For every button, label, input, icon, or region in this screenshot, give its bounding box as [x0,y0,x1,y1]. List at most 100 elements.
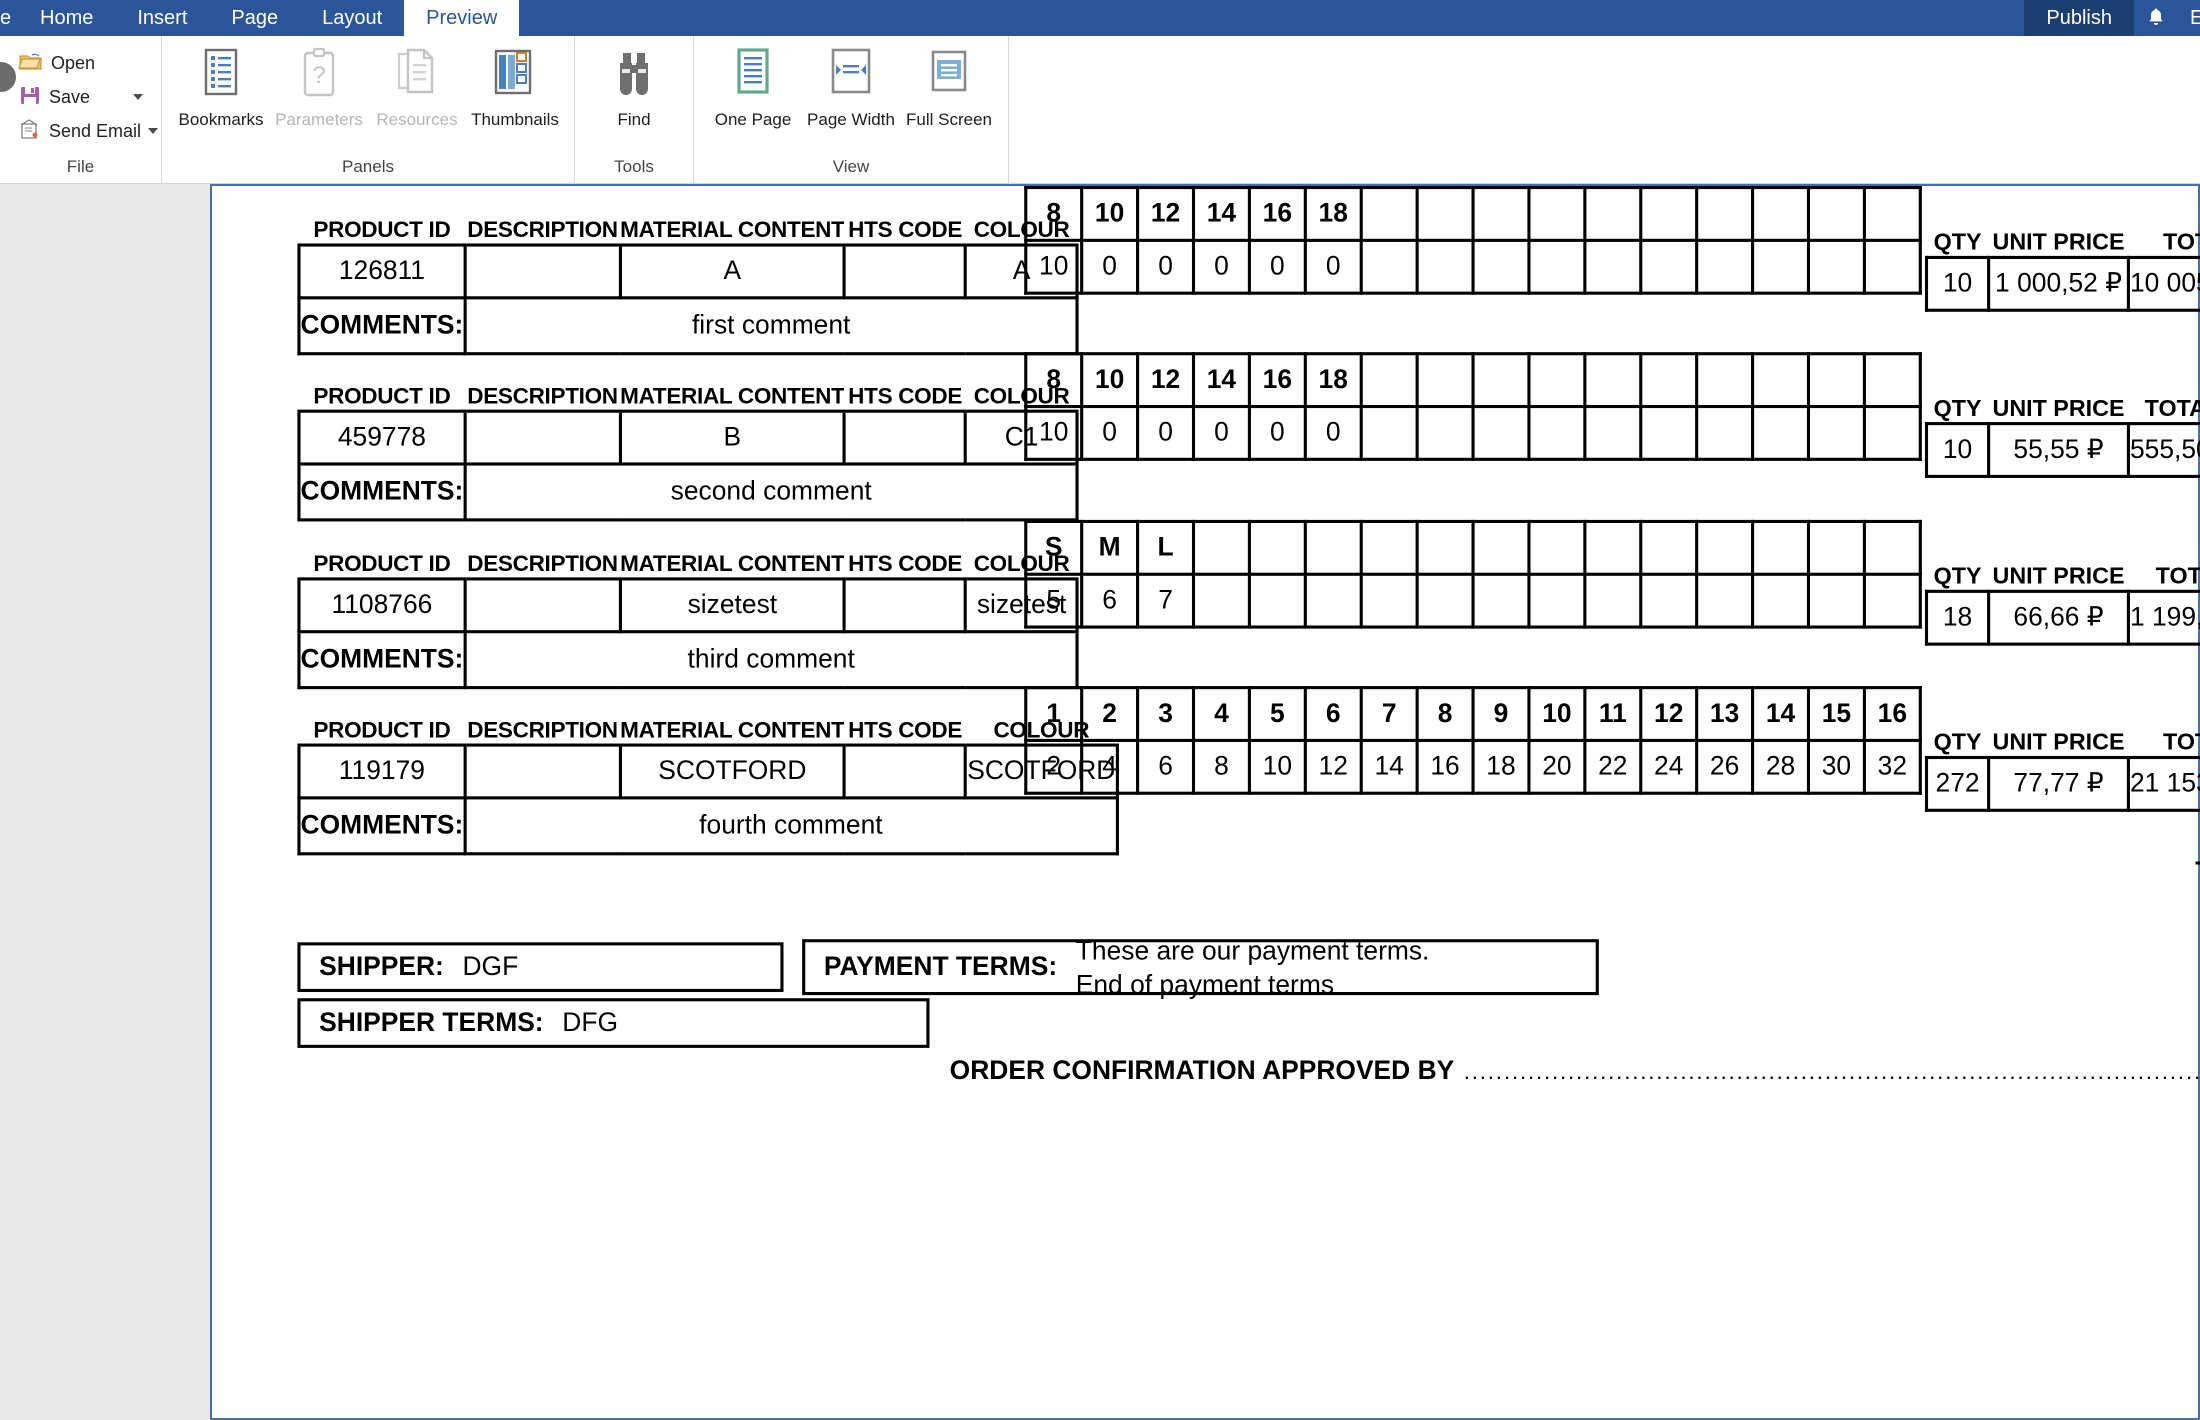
size-value-cell: 0 [1303,406,1363,461]
size-header-cell [1751,352,1811,409]
size-header-cell: 14 [1191,185,1251,242]
size-header-cell [1359,352,1419,409]
size-header-cell [1471,352,1531,409]
col-header-total: TOTAL [2155,563,2200,590]
size-value-cell [1527,406,1587,461]
cell-product-id: 119179 [297,743,467,800]
size-value-cell [1639,240,1699,295]
col-header-qty: QTY [1933,563,1982,590]
shipper-terms-box: SHIPPER TERMS: DFG [297,998,930,1048]
tab-home[interactable]: Home [18,0,115,36]
tab-insert[interactable]: Insert [115,0,209,36]
line-item-detail-table: PRODUCT ID DESCRIPTION MATERIAL CONTENT HTS… [297,704,1119,856]
chevron-down-icon[interactable] [148,128,159,134]
open-button-label: Open [51,52,96,73]
shipper-value: DGF [462,951,519,982]
tab-page[interactable]: Page [209,0,300,36]
size-value-cell [1806,240,1866,295]
col-header-hts-code: HTS CODE [844,370,966,413]
page-width-button[interactable]: Page Width [802,42,900,129]
save-button[interactable]: Save [14,82,147,112]
col-header-unit-price: UNIT PRICE [1992,395,2125,423]
line-item-detail-table: PRODUCT ID DESCRIPTION MATERIAL CONTENT HTS… [297,204,1080,356]
size-header-cell: 16 [1247,185,1307,242]
col-header-material-content: MATERIAL CONTENT [620,538,845,581]
bookmarks-icon [197,44,245,106]
shipper-terms-value: DFG [562,1007,618,1038]
size-value-cell: 12 [1303,740,1363,795]
ribbon-group-view-label: View [832,157,870,176]
qty-value-row: 1055,55 ₽555,50 ₽ [1924,422,2200,478]
document-page: PRODUCT ID DESCRIPTION MATERIAL CONTENT HTS… [210,184,2200,1420]
tab-file[interactable]: e [0,0,18,36]
col-header-qty: QTY [1933,729,1982,756]
thumbnails-button[interactable]: Thumbnails [466,42,564,129]
size-value-cell [1359,240,1419,295]
comments-row: COMMENTS: second comment [297,463,1080,522]
ribbon-tab-strip: e Home Insert Page Layout Preview Publis… [0,0,2200,36]
size-grid: 8 10 12 14 16 18 10 0 0 0 0 0 [1024,352,1922,461]
size-header-cell: 12 [1639,686,1699,742]
resources-button-label: Resources [376,110,458,129]
bookmarks-button[interactable]: Bookmarks [172,42,270,129]
col-header-hts-code: HTS CODE [844,538,966,581]
size-header-cell [1527,519,1587,576]
cell-hts-code [844,243,968,300]
cell-material-content: A [620,243,847,300]
size-header-cell: S [1024,519,1084,576]
comments-label: COMMENTS: [297,631,467,690]
size-value-cell [1639,406,1699,461]
shipper-box: SHIPPER: DGF [297,942,784,993]
open-button[interactable]: Open [14,48,147,78]
cell-hts-code [844,409,968,466]
size-header-cell [1415,519,1475,576]
bell-icon[interactable] [2134,0,2178,36]
cell-unit-price: 55,55 ₽ [1988,422,2130,478]
size-header-row: SML [1024,519,1922,576]
find-button[interactable]: Find [585,42,683,129]
payment-terms-value-line-1: These are our payment terms. [1075,936,1430,966]
size-value-cell [1471,240,1531,295]
col-header-product-id: PRODUCT ID [298,204,465,247]
full-screen-button[interactable]: Full Screen [900,42,998,129]
size-value-cell: 0 [1191,406,1251,461]
chevron-down-icon[interactable] [133,94,143,100]
size-header-cell: 15 [1806,686,1866,742]
size-header-cell [1191,519,1251,576]
one-page-button[interactable]: One Page [704,42,802,129]
size-header-cell [1583,185,1643,242]
size-value-cell: 6 [1080,574,1140,629]
cell-product-id: 126811 [297,243,467,300]
comments-label: COMMENTS: [297,797,467,856]
signature-left-label: ORDER CONFIRMATION APPROVED BY [949,1055,1455,1086]
payment-terms-label: PAYMENT TERMS: [823,951,1058,982]
bookmarks-button-label: Bookmarks [178,110,264,129]
col-header-total: TOTAL [2163,729,2200,756]
ribbon-group-panels: Bookmarks ? Parameters Resources Thumbna… [162,36,575,183]
size-value-cell [1695,406,1755,461]
parameters-icon: ? [295,44,343,106]
find-button-label: Find [617,110,651,129]
size-value-cell [1303,574,1363,629]
size-header-cell: L [1136,519,1196,576]
qty-header-row: QTY UNIT PRICE TOTAL [1927,371,2200,424]
tab-layout[interactable]: Layout [300,0,404,36]
account-label[interactable]: E [2178,0,2200,36]
document-viewport[interactable]: PRODUCT ID DESCRIPTION MATERIAL CONTENT HTS… [0,184,2200,1420]
publish-button[interactable]: Publish [2024,0,2134,36]
tab-preview[interactable]: Preview [404,0,520,36]
resources-button[interactable]: Resources [368,42,466,129]
cell-unit-price: 77,77 ₽ [1988,755,2130,812]
size-value-cell [1583,574,1643,629]
col-header-unit-price: UNIT PRICE [1992,229,2125,256]
parameters-button[interactable]: ? Parameters [270,42,368,129]
send-email-button[interactable]: Send Email [14,116,159,146]
size-value-cell: 10 [1024,406,1084,461]
size-grid: 8 10 12 14 16 18 10 0 0 0 0 0 [1024,185,1922,295]
totals-row: TOTAL PIECES (ORDERED)310VALUE32 914,02 … [1517,846,2200,899]
cell-material-content: SCOTFORD [620,743,847,800]
size-header-cell: 11 [1583,686,1643,742]
line-item-detail-table: PRODUCT ID DESCRIPTION MATERIAL CONTENT HTS… [297,370,1080,522]
size-header-cell: 8 [1024,352,1084,409]
payment-terms-value: These are our payment terms. End of payme… [1057,936,1430,1000]
